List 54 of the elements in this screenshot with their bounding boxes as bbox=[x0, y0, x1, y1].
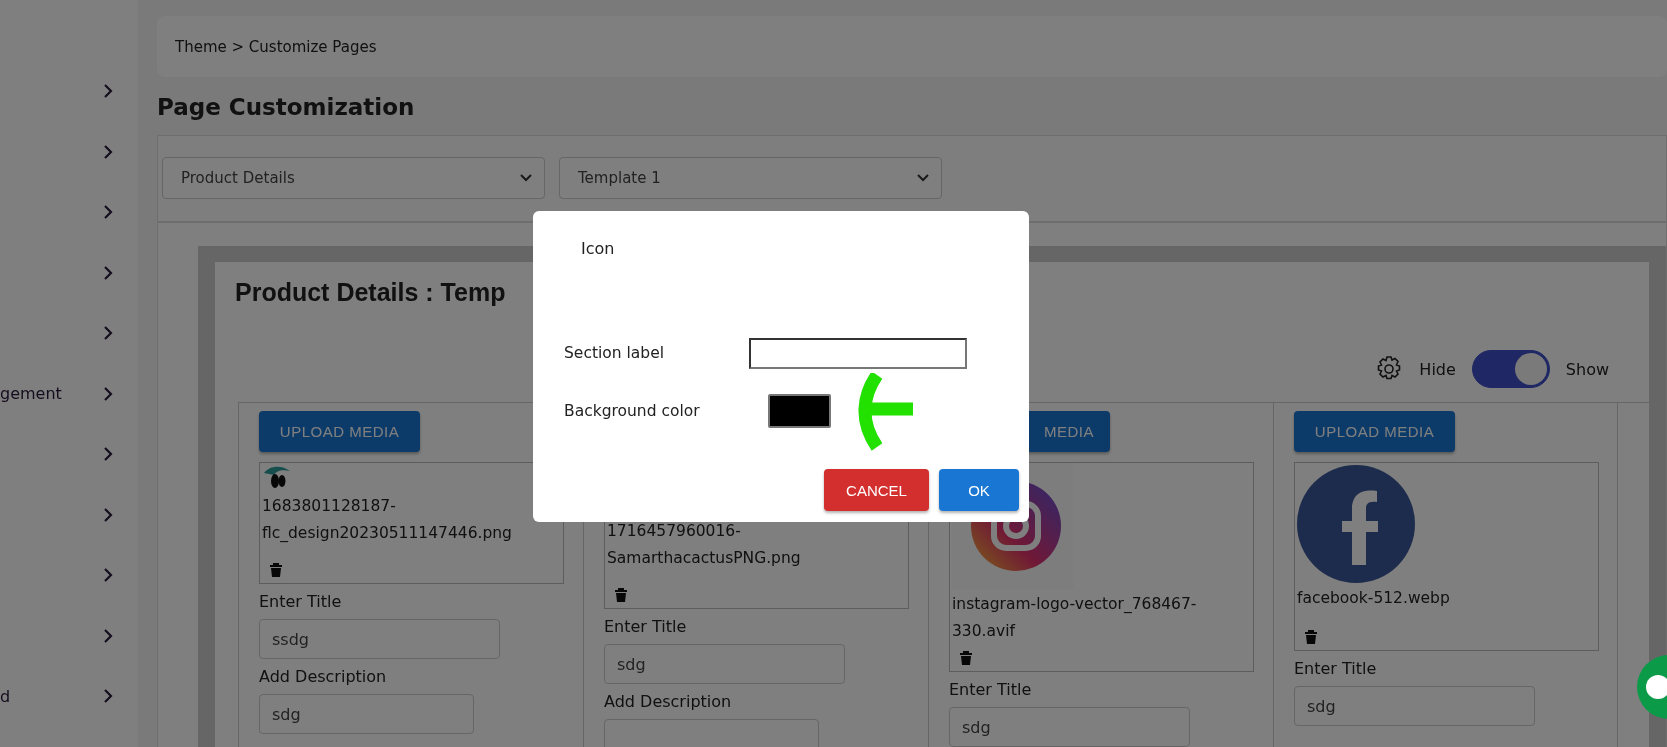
title-field[interactable]: sdg bbox=[949, 707, 1190, 747]
file-name: facebook-512.webp bbox=[1297, 588, 1451, 609]
caret-icon bbox=[520, 174, 532, 182]
chevron-right-icon[interactable] bbox=[102, 446, 114, 463]
chevron-right-icon[interactable] bbox=[102, 688, 114, 705]
field-label: Add Description bbox=[259, 667, 387, 686]
ok-button[interactable]: OK bbox=[939, 469, 1019, 511]
trash-icon[interactable] bbox=[268, 561, 284, 579]
chevron-right-icon[interactable] bbox=[102, 83, 114, 100]
chevron-right-icon[interactable] bbox=[102, 627, 114, 644]
upload-button[interactable]: UPLOAD MEDIA bbox=[1294, 411, 1455, 452]
description-field[interactable] bbox=[604, 719, 819, 747]
title-field[interactable]: ssdg bbox=[259, 619, 500, 659]
description-field[interactable]: sdg bbox=[259, 694, 474, 734]
chevron-right-icon[interactable] bbox=[102, 567, 114, 584]
trash-icon[interactable] bbox=[1303, 628, 1319, 646]
chevron-right-icon[interactable] bbox=[102, 264, 114, 281]
chat-bubble-icon bbox=[1643, 672, 1667, 702]
section-label-field[interactable] bbox=[749, 337, 967, 369]
trash-icon[interactable] bbox=[958, 649, 974, 667]
select-field[interactable]: Product Details bbox=[162, 157, 545, 199]
field-label: Add Description bbox=[604, 692, 732, 711]
chevron-right-icon[interactable] bbox=[102, 325, 114, 342]
page-title: Page Customization bbox=[157, 93, 416, 122]
sidebar-item[interactable]: d bbox=[0, 686, 11, 706]
sidebar-item[interactable]: gement bbox=[0, 384, 62, 404]
dialog-heading: Icon bbox=[581, 239, 615, 259]
file-name: 1683801128187-flc_design20230511147446.png bbox=[262, 496, 513, 544]
upload-button[interactable]: UPLOAD MEDIA bbox=[259, 411, 420, 452]
field-label: Background color bbox=[564, 402, 701, 420]
color-swatch[interactable] bbox=[768, 394, 831, 428]
field-label: Enter Title bbox=[259, 592, 342, 611]
chevron-right-icon[interactable] bbox=[102, 385, 114, 402]
select-field[interactable]: Template 1 bbox=[559, 157, 942, 199]
field-label: Enter Title bbox=[1294, 659, 1377, 678]
file-name: 1716457960016-SamarthacactusPNG.png bbox=[607, 521, 802, 569]
editor-title: Product Details : Temp bbox=[234, 277, 507, 308]
file-name: instagram-logo-vector_768467-330.avif bbox=[952, 594, 1198, 642]
field-label: Enter Title bbox=[949, 680, 1032, 699]
trash-icon[interactable] bbox=[613, 586, 629, 604]
logo-drawing bbox=[262, 465, 292, 491]
title-field[interactable]: sdg bbox=[1294, 686, 1535, 726]
cancel-button[interactable]: CANCEL bbox=[824, 469, 929, 511]
visibility-toggle[interactable] bbox=[1471, 350, 1550, 388]
breadcrumb: Theme > Customize Pages bbox=[157, 16, 1667, 77]
field-label: Section label bbox=[564, 344, 665, 362]
caret-icon bbox=[917, 174, 929, 182]
chevron-right-icon[interactable] bbox=[102, 143, 114, 160]
title-field[interactable]: sdg bbox=[604, 644, 845, 684]
chevron-right-icon[interactable] bbox=[102, 204, 114, 221]
hide-label: Hide bbox=[1419, 359, 1456, 379]
field-label: Enter Title bbox=[604, 617, 687, 636]
show-label: Show bbox=[1565, 359, 1609, 379]
chevron-right-icon[interactable] bbox=[102, 506, 114, 523]
